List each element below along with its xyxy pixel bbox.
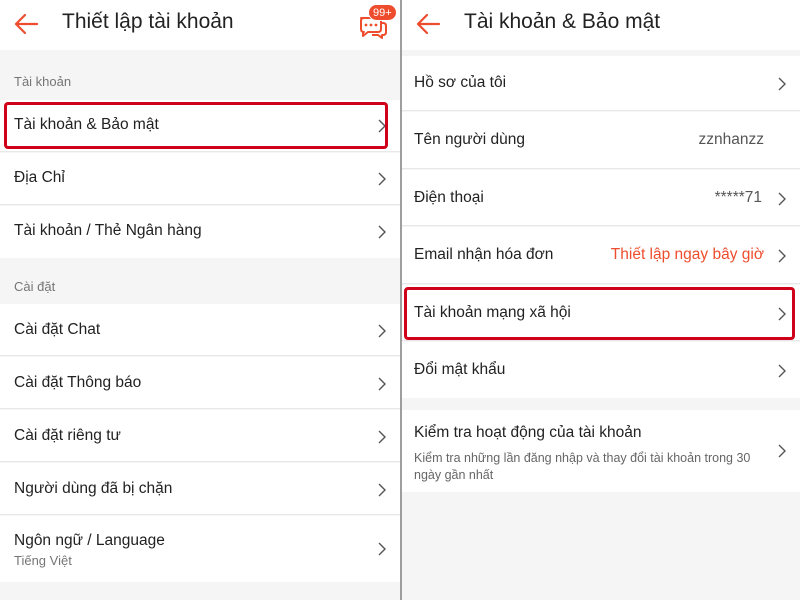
menu-item-phone[interactable]: Điện thoại *****71 [402,170,800,226]
setup-now-link[interactable]: Thiết lập ngay bây giờ [611,246,764,264]
menu-item-label: Cài đặt Thông báo [14,374,142,391]
menu-item-label: Điện thoại [414,189,484,206]
chevron-right-icon [778,364,786,378]
language-value: Tiếng Việt [14,553,72,568]
menu-item-social-accounts[interactable]: Tài khoản mạng xã hội [402,285,800,341]
menu-item-label: Email nhận hóa đơn [414,246,554,263]
menu-item-label: Tài khoản / Thẻ Ngân hàng [14,222,202,239]
menu-item-language[interactable]: Ngôn ngữ / Language Tiếng Việt [0,516,400,582]
menu-item-label: Cài đặt riêng tư [14,427,121,444]
menu-item-change-password[interactable]: Đổi mật khẩu [402,342,800,398]
menu-item-label: Hồ sơ của tôi [414,74,507,91]
menu-item-label: Ngôn ngữ / Language [14,532,165,549]
back-button[interactable] [412,8,446,42]
chevron-right-icon [378,119,386,133]
back-arrow-icon [14,13,39,35]
activity-description: Kiểm tra những lần đăng nhập và thay đổi… [414,451,751,482]
phone-value: *****71 [714,189,762,206]
menu-item-my-profile[interactable]: Hồ sơ của tôi [402,56,800,111]
chevron-right-icon [378,542,386,556]
chevron-right-icon [778,192,786,206]
chevron-right-icon [778,307,786,321]
account-security-screen: Tài khoản & Bảo mật Hồ sơ của tôi Tên ng… [402,0,800,600]
menu-item-label: Địa Chỉ [14,169,65,186]
menu-item-label: Tài khoản mạng xã hội [414,304,571,321]
menu-item-label: Đổi mật khẩu [414,361,506,378]
chevron-right-icon [378,324,386,338]
back-button[interactable] [10,8,44,42]
menu-item-account-security[interactable]: Tài khoản & Bảo mật [0,100,400,152]
menu-item-privacy-settings[interactable]: Cài đặt riêng tư [0,410,400,462]
chevron-right-icon [378,172,386,186]
screenshot-root: Thiết lập tài khoản 99+ Tài khoản Tài kh… [0,0,800,600]
chevron-right-icon [378,225,386,239]
menu-item-blocked-users[interactable]: Người dùng đã bị chặn [0,463,400,515]
menu-item-bank-card[interactable]: Tài khoản / Thẻ Ngân hàng [0,206,400,258]
page-title: Thiết lập tài khoản [62,10,234,33]
chevron-right-icon [378,483,386,497]
notification-badge: 99+ [368,4,397,21]
header: Thiết lập tài khoản 99+ [0,0,400,50]
menu-item-label: Người dùng đã bị chặn [14,480,173,497]
account-settings-screen: Thiết lập tài khoản 99+ Tài khoản Tài kh… [0,0,400,600]
menu-item-label: Kiểm tra hoạt động của tài khoản [414,424,642,441]
menu-item-notification-settings[interactable]: Cài đặt Thông báo [0,357,400,409]
menu-item-label: Tài khoản & Bảo mật [14,116,159,133]
username-label: Tên người dùng [414,131,526,148]
chevron-right-icon [378,377,386,391]
page-title: Tài khoản & Bảo mật [464,10,661,33]
section-label-settings: Cài đặt [14,279,56,294]
username-value: zznhanzz [698,131,764,148]
header: Tài khoản & Bảo mật [402,0,800,50]
menu-item-chat-settings[interactable]: Cài đặt Chat [0,304,400,356]
section-label-account: Tài khoản [14,74,72,89]
back-arrow-icon [416,13,441,35]
chevron-right-icon [378,430,386,444]
menu-item-account-activity[interactable]: Kiểm tra hoạt động của tài khoản Kiểm tr… [402,410,800,492]
menu-item-invoice-email[interactable]: Email nhận hóa đơn Thiết lập ngay bây gi… [402,227,800,284]
chevron-right-icon [778,77,786,91]
menu-item-address[interactable]: Địa Chỉ [0,153,400,205]
username-row: Tên người dùng zznhanzz [402,112,800,169]
menu-item-label: Cài đặt Chat [14,321,101,338]
chat-button[interactable]: 99+ [356,4,397,42]
chevron-right-icon [778,249,786,263]
chevron-right-icon [778,444,786,458]
